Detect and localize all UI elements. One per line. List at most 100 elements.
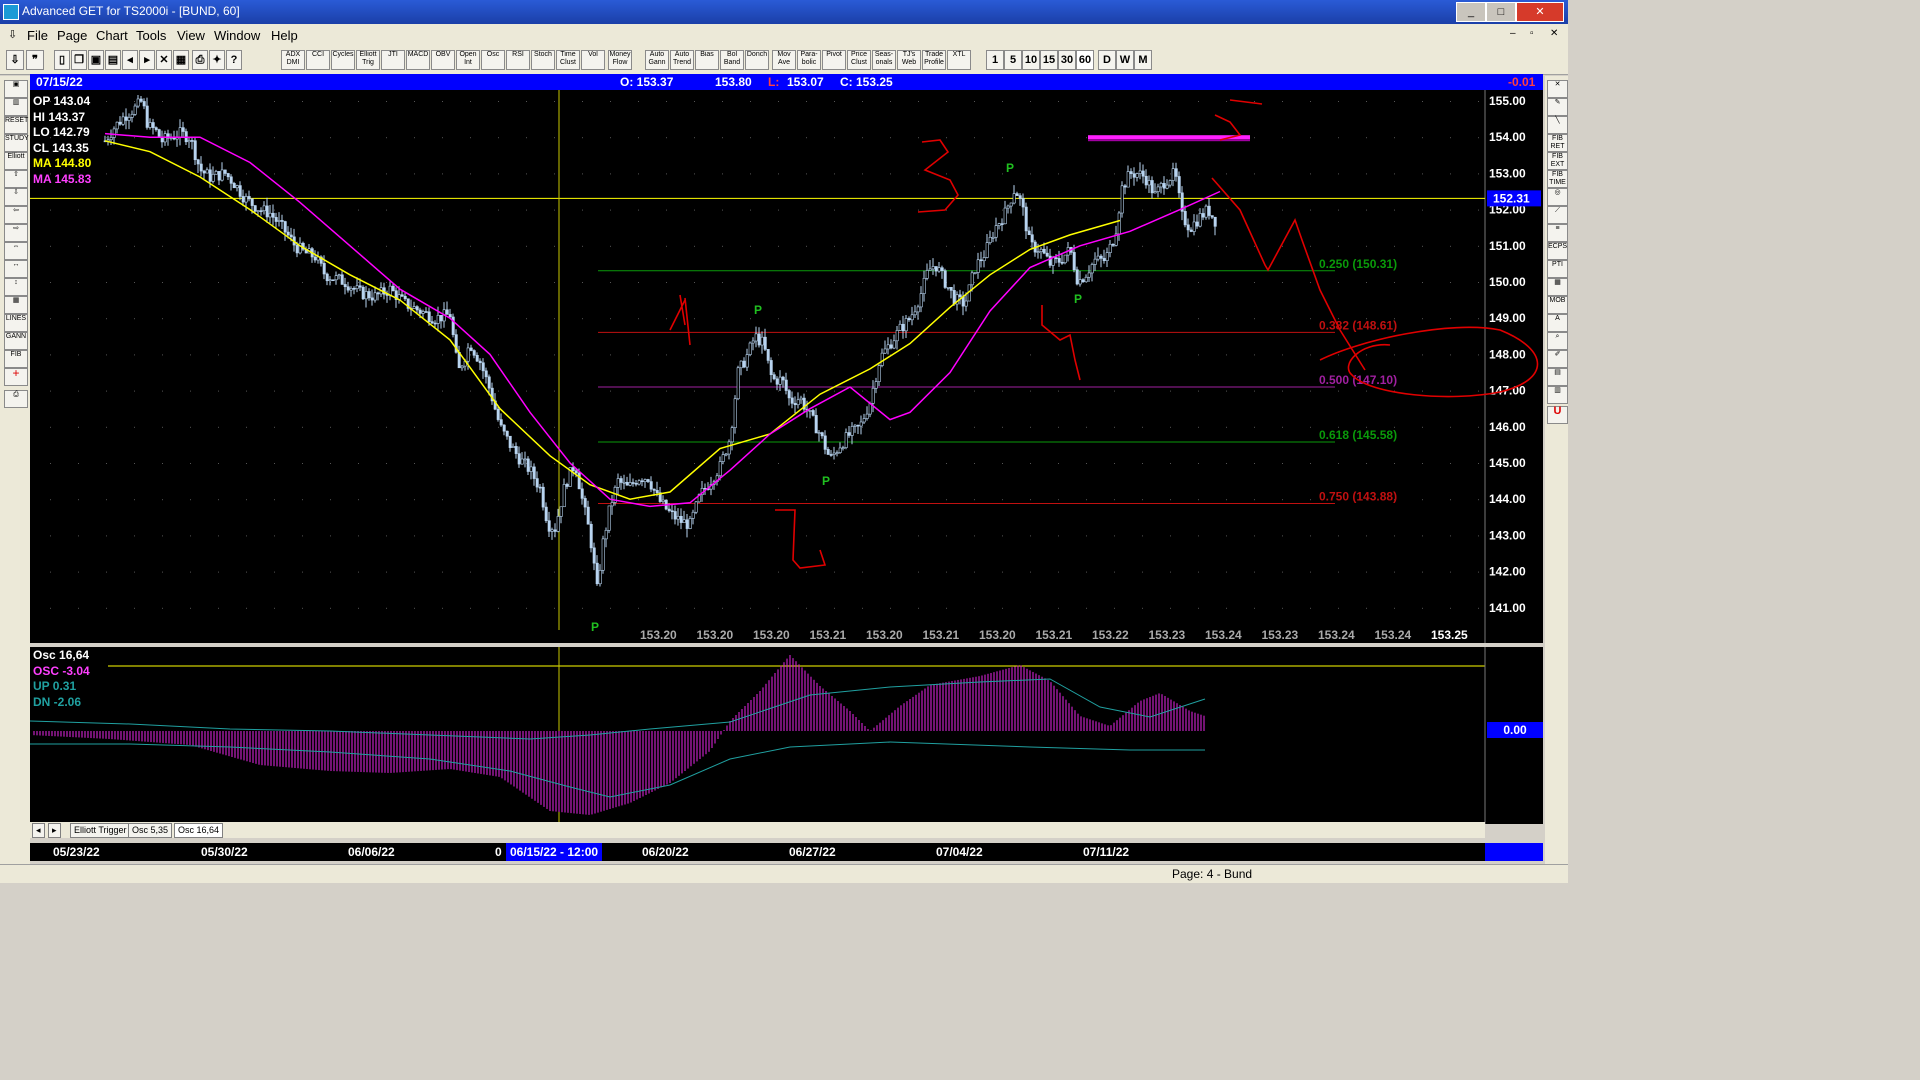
- study-button[interactable]: XTL: [947, 50, 971, 70]
- grid-icon[interactable]: ▦: [173, 50, 189, 70]
- delete-icon[interactable]: ✕: [156, 50, 172, 70]
- line-tool-icon[interactable]: ╲: [1547, 116, 1568, 134]
- study-button[interactable]: Price Clust: [847, 50, 871, 70]
- text-tool-icon[interactable]: A: [1547, 314, 1568, 332]
- reset-button[interactable]: RESET: [4, 116, 28, 134]
- study-button[interactable]: Open Int: [456, 50, 480, 70]
- study-button[interactable]: CCI: [306, 50, 330, 70]
- scroll-right-icon[interactable]: ▸: [139, 50, 155, 70]
- grid-tool-icon[interactable]: ▦: [1547, 278, 1568, 296]
- pti-button[interactable]: PTI: [1547, 260, 1568, 278]
- study-button[interactable]: MACD: [406, 50, 430, 70]
- study-button[interactable]: JTI: [381, 50, 405, 70]
- oscillator-canvas[interactable]: [30, 647, 1543, 824]
- circle-tool-icon[interactable]: ◎: [1547, 188, 1568, 206]
- ecps-button[interactable]: ECPS: [1547, 242, 1568, 260]
- fib-time-button[interactable]: FIB TIME: [1547, 170, 1568, 188]
- quote-icon[interactable]: ❞: [26, 50, 44, 70]
- interval-button[interactable]: 10: [1022, 50, 1040, 70]
- pencil-icon[interactable]: ✎: [1547, 98, 1568, 116]
- mdi-restore-icon[interactable]: ▫: [1530, 28, 1534, 39]
- stack-icon[interactable]: ▥: [1547, 386, 1568, 404]
- study-button[interactable]: Bol Band: [720, 50, 744, 70]
- copy-icon[interactable]: ❐: [71, 50, 87, 70]
- study-button[interactable]: Elliott Trig: [356, 50, 380, 70]
- study-button[interactable]: Trade Profile: [922, 50, 946, 70]
- menu-pin-icon[interactable]: ⇩: [8, 28, 17, 41]
- study-button[interactable]: Auto Trend: [670, 50, 694, 70]
- study-button[interactable]: Pivot: [822, 50, 846, 70]
- fan-tool-icon[interactable]: ⟋: [1547, 206, 1568, 224]
- study-button[interactable]: Donch: [745, 50, 769, 70]
- minimize-button[interactable]: _: [1456, 2, 1486, 22]
- interval-button[interactable]: W: [1116, 50, 1134, 70]
- crosshair-x-icon[interactable]: ✕: [1547, 80, 1568, 98]
- study-button[interactable]: RSI: [506, 50, 530, 70]
- menu-window[interactable]: Window: [214, 28, 260, 43]
- maximize-button[interactable]: □: [1486, 2, 1516, 22]
- arrow-up-icon[interactable]: ⇧: [4, 170, 28, 188]
- zoom-icon[interactable]: ⌕: [1547, 332, 1568, 350]
- study-button[interactable]: Auto Gann: [645, 50, 669, 70]
- study-button[interactable]: OBV: [431, 50, 455, 70]
- arrow-left-icon[interactable]: ⇦: [4, 206, 28, 224]
- fib-ret-button[interactable]: FIB RET: [1547, 134, 1568, 152]
- interval-button[interactable]: D: [1098, 50, 1116, 70]
- elliott-button[interactable]: Elliott: [4, 152, 28, 170]
- tab-scroll-left-icon[interactable]: ◂: [32, 823, 45, 838]
- undo-u-icon[interactable]: U: [1547, 406, 1568, 424]
- menu-view[interactable]: View: [177, 28, 205, 43]
- print-page-icon[interactable]: ⎙: [4, 390, 28, 408]
- open-icon[interactable]: ▤: [105, 50, 121, 70]
- cross-cursor-icon[interactable]: +: [4, 367, 28, 386]
- tab-scroll-right-icon[interactable]: ▸: [48, 823, 61, 838]
- help-icon[interactable]: ?: [226, 50, 242, 70]
- study-button[interactable]: STUDY: [4, 134, 29, 152]
- gann-button[interactable]: GANN: [4, 332, 28, 350]
- interval-button[interactable]: 1: [986, 50, 1004, 70]
- price-chart-canvas[interactable]: 155.00154.00153.00152.00151.00150.00149.…: [30, 90, 1543, 643]
- arrow-right-icon[interactable]: ⇨: [4, 224, 28, 242]
- menu-file[interactable]: File: [27, 28, 48, 43]
- study-button[interactable]: Stoch: [531, 50, 555, 70]
- study-button[interactable]: ADX DMI: [281, 50, 305, 70]
- lines-button[interactable]: LINES: [4, 314, 28, 332]
- paint-icon[interactable]: ✐: [1547, 350, 1568, 368]
- save-icon[interactable]: ▣: [88, 50, 104, 70]
- pin-icon[interactable]: ⇩: [6, 50, 24, 70]
- study-button[interactable]: Para- bolic: [797, 50, 821, 70]
- lightbulb-icon[interactable]: ✦: [209, 50, 225, 70]
- mdi-minimize-icon[interactable]: –: [1510, 28, 1516, 39]
- menu-help[interactable]: Help: [271, 28, 298, 43]
- page-icon[interactable]: ▤: [1547, 368, 1568, 386]
- study-button[interactable]: TJ's Web: [897, 50, 921, 70]
- tab-elliott-trigger[interactable]: Elliott Trigger: [70, 823, 131, 838]
- interval-button[interactable]: M: [1134, 50, 1152, 70]
- menu-page[interactable]: Page: [57, 28, 87, 43]
- study-button[interactable]: Vol: [581, 50, 605, 70]
- expand-v-icon[interactable]: ↕: [4, 278, 28, 296]
- grid-toggle-icon[interactable]: ▦: [4, 296, 28, 314]
- expand-h-icon[interactable]: ↔: [4, 260, 28, 278]
- study-button[interactable]: Bias: [695, 50, 719, 70]
- compress-icon[interactable]: ⇔: [4, 242, 28, 260]
- channel-tool-icon[interactable]: ≡: [1547, 224, 1568, 242]
- menu-chart[interactable]: Chart: [96, 28, 128, 43]
- interval-button[interactable]: 5: [1004, 50, 1022, 70]
- close-button[interactable]: ✕: [1516, 2, 1564, 22]
- scroll-left-icon[interactable]: ◂: [122, 50, 138, 70]
- study-button[interactable]: Money Flow: [608, 50, 632, 70]
- fib-ext-button[interactable]: FIB EXT: [1547, 152, 1568, 170]
- study-button[interactable]: Osc: [481, 50, 505, 70]
- study-button[interactable]: Cycles: [331, 50, 355, 70]
- chart-bars-icon[interactable]: ▥: [4, 98, 28, 116]
- new-page-icon[interactable]: ▯: [54, 50, 70, 70]
- study-button[interactable]: Time Clust: [556, 50, 580, 70]
- study-button[interactable]: Seas- onals: [872, 50, 896, 70]
- arrow-down-icon[interactable]: ⇩: [4, 188, 28, 206]
- price-chart[interactable]: 155.00 154.00 153.00 152.00 151.00 150.00 149.…: [30, 90, 1543, 643]
- print-icon[interactable]: ⎙: [192, 50, 208, 70]
- study-button[interactable]: Mov Ave: [772, 50, 796, 70]
- interval-button[interactable]: 60: [1076, 50, 1094, 70]
- interval-button[interactable]: 30: [1058, 50, 1076, 70]
